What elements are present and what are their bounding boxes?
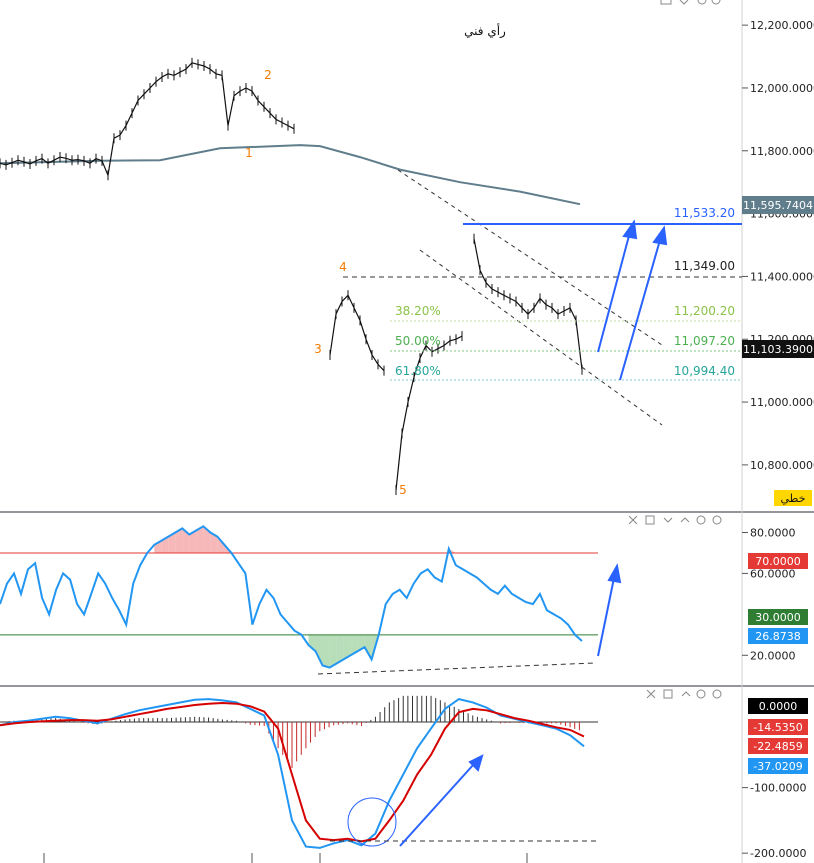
last-price-text: 11,103.3900 [743, 343, 813, 356]
macd-arrow [399, 754, 484, 847]
level-label-5: 10,994.40 [674, 364, 735, 378]
price-tick-label: 12,200.0000 [750, 19, 814, 32]
rsi-panel[interactable]: 80.0000 60.0000 20.0000 70.0000 30.0000 26.8… [0, 515, 808, 675]
fib-label-50: 50.00% [395, 334, 441, 348]
more-icon[interactable] [711, 0, 721, 5]
wave-label-2: 2 [264, 68, 272, 82]
rsi-fill [154, 526, 456, 668]
settings-icon[interactable] [696, 515, 706, 525]
rsi-tick-label: 60.0000 [750, 567, 796, 580]
price-panel[interactable]: 12,200.000012,000.000011,800.000011,600.… [0, 0, 814, 506]
chart-canvas: 12,200.000012,000.000011,800.000011,600.… [0, 0, 814, 863]
price-tick-label: 12,000.0000 [750, 82, 814, 95]
moving-average-line [0, 144, 581, 206]
level-label-4: 11,097.20 [674, 334, 735, 348]
macd-axis: -100.0000 -200.0000 [742, 782, 806, 860]
macd-badge-text: 0.0000 [759, 700, 798, 713]
macd-histogram [4, 695, 580, 768]
level-label-1: 11,533.20 [674, 206, 735, 220]
maximize-icon[interactable] [645, 515, 655, 525]
close-icon[interactable] [628, 515, 638, 525]
rsi-badge-text: 26.8738 [755, 630, 801, 643]
price-tick-label: 11,800.0000 [750, 145, 814, 158]
chevron-down-icon[interactable] [679, 0, 689, 5]
macd-tick-label: -200.0000 [750, 847, 806, 860]
wave-label-4: 4 [339, 260, 347, 274]
wave-label-3: 3 [314, 342, 322, 356]
price-panel-toolbar [660, 0, 721, 5]
rsi-oversold-fill [315, 634, 323, 666]
wave-label-1: 1 [245, 146, 253, 160]
price-candles [0, 57, 583, 496]
ma-value-text: 11,595.7404 [743, 199, 813, 212]
price-tick-label: 10,800.0000 [750, 459, 814, 472]
chart-mode-text: خطي [781, 492, 806, 505]
price-line [0, 62, 583, 491]
close-icon[interactable] [646, 689, 656, 699]
macd-badge-text: -22.4859 [753, 740, 802, 753]
more-icon[interactable] [712, 689, 722, 699]
macd-badges: 0.0000 -14.5350 -22.4859 -37.0209 [748, 698, 808, 774]
rsi-arrow [597, 563, 622, 657]
macd-badge-text: -14.5350 [753, 721, 802, 734]
maximize-icon[interactable] [663, 689, 673, 699]
level-label-3: 11,200.20 [674, 304, 735, 318]
rsi-oversold-fill [322, 634, 330, 668]
maximize-icon[interactable] [660, 0, 672, 5]
macd-panel[interactable]: -100.0000 -200.0000 0.0000 -14.5350 -22.485… [0, 689, 808, 860]
wave-label-5: 5 [399, 483, 407, 497]
level-label-2: 11,349.00 [674, 259, 735, 273]
macd-tick-label: -100.0000 [750, 782, 806, 795]
chart-title: رأي فني [464, 23, 506, 39]
macd-toolbar [646, 689, 722, 699]
time-axis-ticks [43, 853, 528, 863]
chevron-up-icon[interactable] [681, 691, 691, 697]
fib-label-38: 38.20% [395, 304, 441, 318]
chevron-up-icon[interactable] [680, 517, 690, 523]
macd-badge-text: -37.0209 [753, 760, 802, 773]
rsi-line [0, 525, 583, 669]
rsi-divergence-line [317, 662, 596, 675]
chevron-down-icon[interactable] [663, 517, 673, 523]
rsi-oversold-fill [329, 634, 337, 668]
more-icon[interactable] [712, 515, 722, 525]
price-axis: 12,200.000012,000.000011,800.000011,600.… [742, 19, 814, 472]
rsi-badge-text: 70.0000 [755, 555, 801, 568]
rsi-tick-label: 20.0000 [750, 649, 796, 662]
projection-arrows [597, 219, 668, 381]
fib-label-61: 61.80% [395, 364, 441, 378]
price-tick-label: 11,000.0000 [750, 396, 814, 409]
settings-icon[interactable] [696, 689, 706, 699]
price-tick-label: 11,400.0000 [750, 270, 814, 283]
rsi-tick-label: 80.0000 [750, 526, 796, 539]
rsi-badge-text: 30.0000 [755, 611, 801, 624]
rsi-badges: 70.0000 30.0000 26.8738 [748, 553, 808, 644]
settings-icon[interactable] [697, 0, 707, 5]
rsi-toolbar [628, 515, 722, 525]
